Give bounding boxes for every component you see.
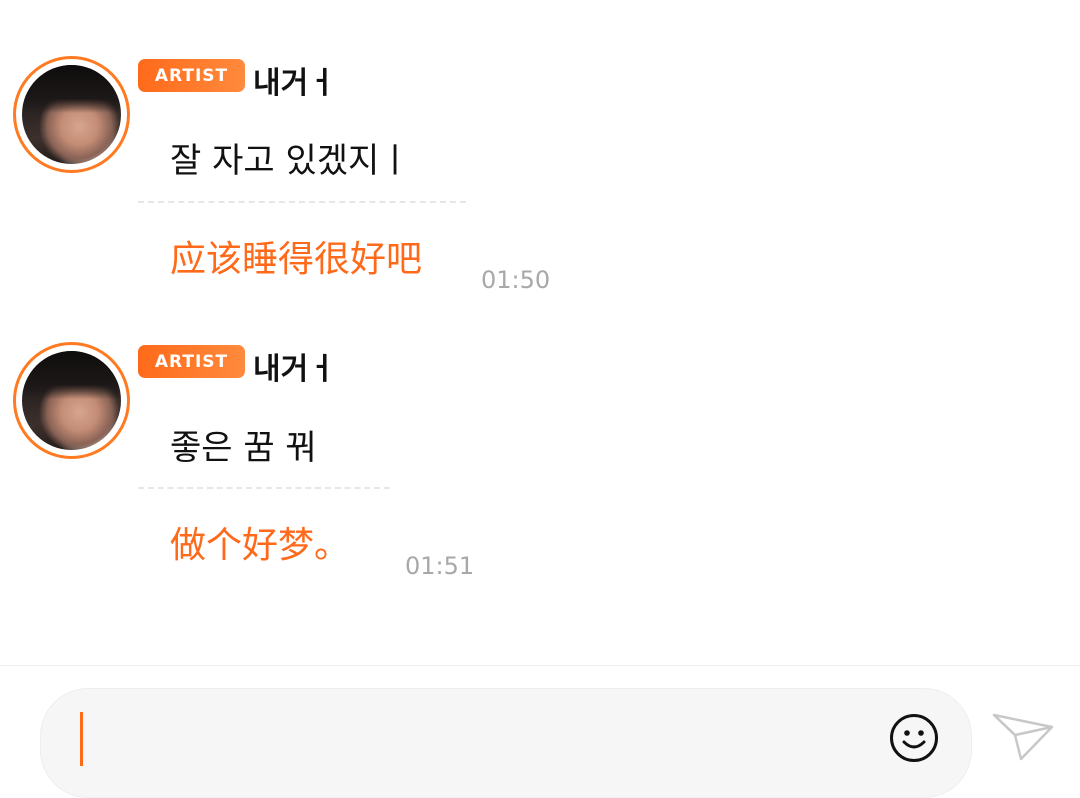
message-timestamp: 01:51 — [405, 552, 475, 580]
smiley-face-icon[interactable] — [889, 713, 939, 763]
avatar-photo — [22, 351, 121, 450]
artist-badge: ARTIST — [138, 345, 245, 378]
avatar-photo — [22, 65, 121, 164]
text-cursor — [80, 712, 83, 766]
paper-plane-icon[interactable] — [991, 711, 1055, 763]
translation-divider — [138, 487, 390, 489]
author-name: 내거ㅓ — [253, 352, 336, 387]
message-input[interactable] — [40, 688, 972, 798]
translation-divider — [138, 201, 466, 203]
author-name: 내거ㅓ — [253, 66, 336, 101]
artist-badge: ARTIST — [138, 59, 245, 92]
message-text: 잘 자고 있겠지ㅣ — [170, 141, 411, 181]
translation-text: 做个好梦。 — [170, 525, 351, 566]
message-text: 좋은 꿈 꿔 — [170, 428, 317, 468]
translation-text: 应该睡得很好吧 — [170, 239, 423, 280]
composer-divider — [0, 665, 1080, 666]
avatar[interactable] — [13, 56, 130, 173]
message-timestamp: 01:50 — [481, 266, 551, 294]
avatar[interactable] — [13, 342, 130, 459]
